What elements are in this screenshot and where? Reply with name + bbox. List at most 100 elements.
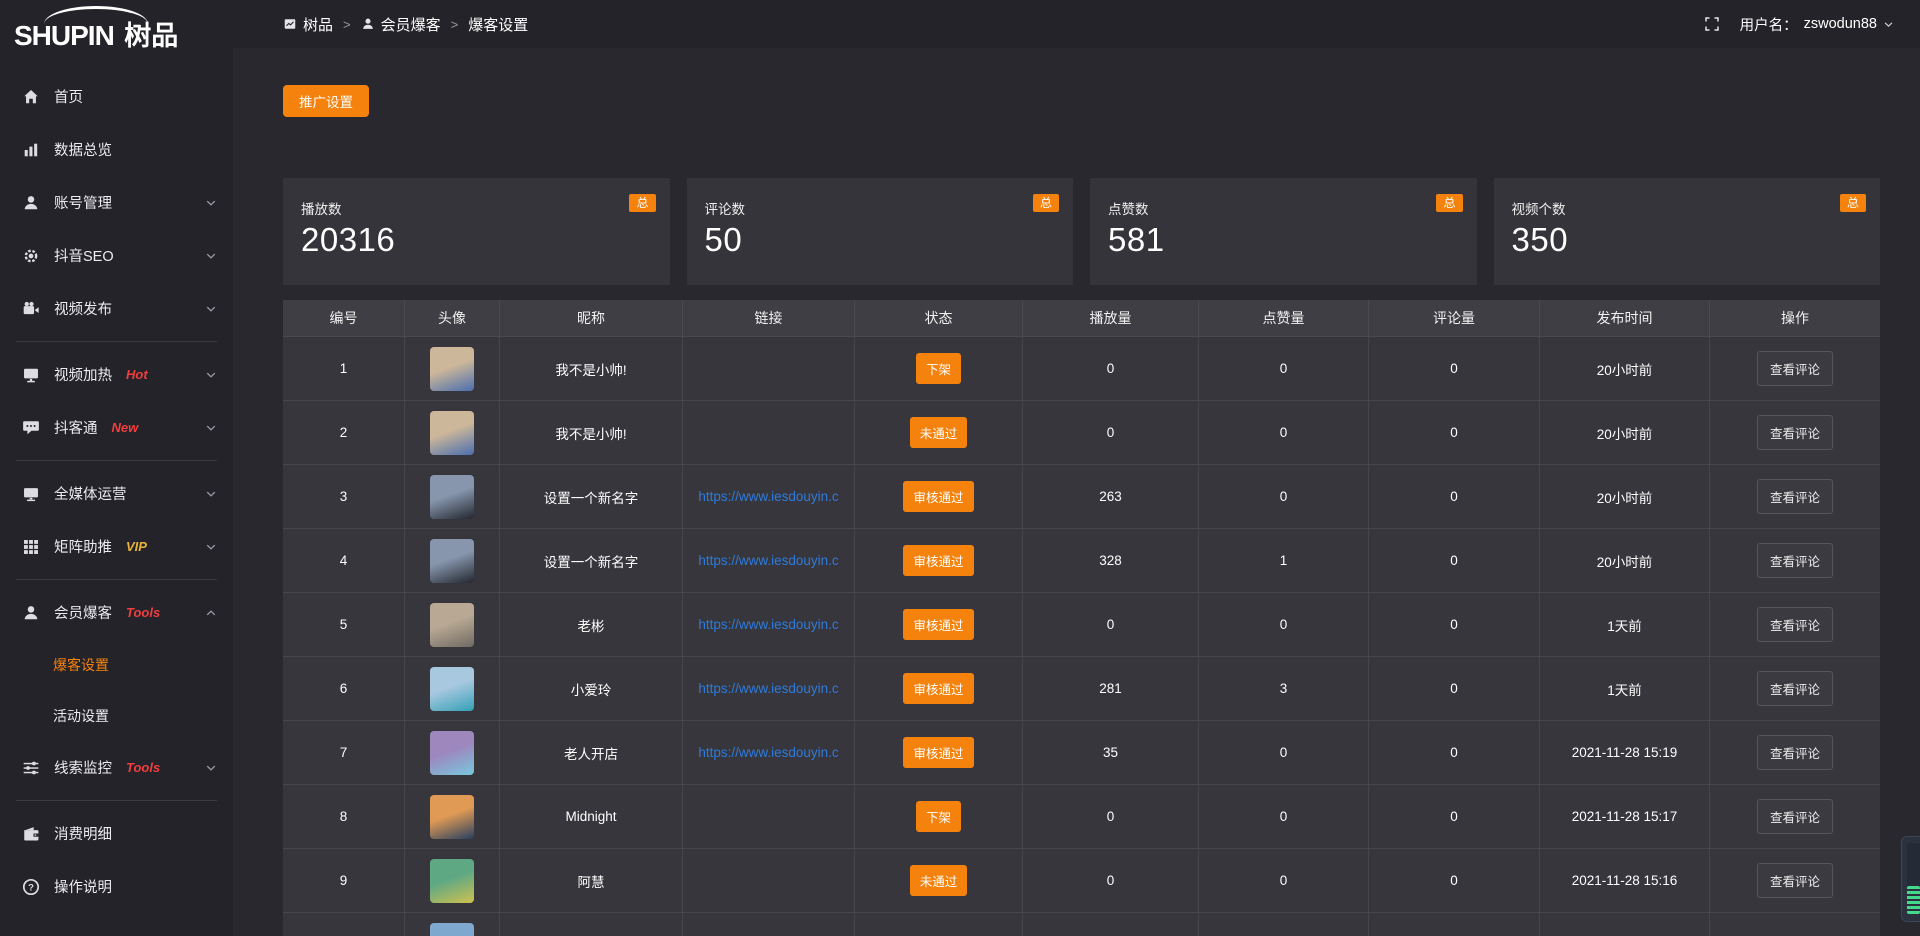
stat-card-label: 播放数 [301, 198, 656, 218]
status-button-审核通过[interactable]: 审核通过 [903, 737, 973, 768]
cell-nickname: 我不是小帅! [500, 401, 683, 465]
view-comments-button[interactable]: 查看评论 [1757, 735, 1833, 770]
table-row: 2我不是小帅!未通过00020小时前查看评论 [283, 401, 1880, 465]
chevron-down-icon [205, 369, 217, 381]
view-comments-button[interactable]: 查看评论 [1757, 799, 1833, 834]
floating-widget[interactable] [1901, 836, 1920, 922]
sidebar-item-视频加热[interactable]: 视频加热Hot [0, 348, 233, 401]
fullscreen-icon[interactable] [1704, 16, 1720, 32]
status-button-审核通过[interactable]: 审核通过 [903, 673, 973, 704]
view-comments-button[interactable]: 查看评论 [1757, 543, 1833, 578]
status-button-审核通过[interactable]: 审核通过 [903, 609, 973, 640]
stat-card-label: 点赞数 [1108, 198, 1463, 218]
cell-id: 3 [283, 465, 405, 529]
sidebar-item-抖客通[interactable]: 抖客通New [0, 401, 233, 454]
cell-id: 5 [283, 593, 405, 657]
status-button-下架[interactable]: 下架 [916, 353, 961, 384]
status-button-下架[interactable]: 下架 [916, 801, 961, 832]
chevron-down-icon [205, 303, 217, 315]
breadcrumb-item-爆客设置[interactable]: 爆客设置 [468, 14, 528, 35]
sidebar-item-首页[interactable]: 首页 [0, 70, 233, 123]
promo-settings-button[interactable]: 推广设置 [283, 85, 369, 117]
cell-time: 20小时前 [1540, 529, 1710, 593]
cell-comments: 0 [1369, 401, 1540, 465]
cell-plays [1023, 913, 1199, 936]
cell-plays: 0 [1023, 849, 1199, 913]
avatar [430, 731, 474, 775]
cell-likes: 0 [1199, 465, 1369, 529]
cell-plays: 35 [1023, 721, 1199, 785]
cell-link[interactable]: https://www.iesdouyin.c [683, 465, 855, 529]
stat-card-视频个数: 视频个数350总 [1494, 178, 1881, 285]
username-label: 用户名： [1740, 14, 1798, 35]
sidebar-item-数据总览[interactable]: 数据总览 [0, 123, 233, 176]
sidebar-item-抖音SEO[interactable]: 抖音SEO [0, 229, 233, 282]
table-body: 1我不是小帅!下架00020小时前查看评论2我不是小帅!未通过00020小时前查… [283, 337, 1880, 936]
sidebar-item-会员爆客[interactable]: 会员爆客Tools [0, 586, 233, 639]
column-header-点赞量: 点赞量 [1199, 300, 1369, 337]
breadcrumb-label: 树品 [303, 14, 333, 35]
cell-avatar [405, 465, 500, 529]
cell-status: 未通过 [855, 849, 1023, 913]
cell-status: 审核通过 [855, 593, 1023, 657]
member-icon [22, 604, 40, 622]
table-row: 6小爱玲https://www.iesdouyin.c审核通过281301天前查… [283, 657, 1880, 721]
view-comments-button[interactable]: 查看评论 [1757, 351, 1833, 386]
status-button-未通过[interactable]: 未通过 [910, 865, 968, 896]
cell-avatar [405, 721, 500, 785]
view-comments-button[interactable]: 查看评论 [1757, 607, 1833, 642]
view-comments-button[interactable]: 查看评论 [1757, 415, 1833, 450]
status-button-审核通过[interactable]: 审核通过 [903, 545, 973, 576]
sidebar-item-消费明细[interactable]: 消费明细 [0, 807, 233, 860]
status-button-审核通过[interactable]: 审核通过 [903, 481, 973, 512]
sidebar-item-label: 抖客通 [54, 417, 98, 438]
sidebar-item-矩阵助推[interactable]: 矩阵助推VIP [0, 520, 233, 573]
cell-link[interactable]: https://www.iesdouyin.c [683, 721, 855, 785]
cell-likes: 0 [1199, 721, 1369, 785]
table-row: 4设置一个新名字https://www.iesdouyin.c审核通过32810… [283, 529, 1880, 593]
sidebar-subitem-爆客设置[interactable]: 爆客设置 [0, 639, 233, 690]
stat-card-total-badge: 总 [1033, 194, 1059, 212]
sidebar-item-账号管理[interactable]: 账号管理 [0, 176, 233, 229]
user-menu[interactable]: 用户名： zswodun88 [1740, 14, 1894, 35]
cell-id [283, 913, 405, 936]
sidebar-item-操作说明[interactable]: ?操作说明 [0, 860, 233, 913]
sidebar-item-label: 视频加热 [54, 364, 112, 385]
cell-likes: 0 [1199, 401, 1369, 465]
sidebar-item-全媒体运营[interactable]: 全媒体运营 [0, 467, 233, 520]
cell-plays: 0 [1023, 785, 1199, 849]
cell-plays: 0 [1023, 337, 1199, 401]
cell-link [683, 913, 855, 936]
sidebar-divider [16, 579, 217, 580]
breadcrumb-item-树品[interactable]: 树品 [283, 14, 333, 35]
logo[interactable]: SHUPIN 树品 [0, 0, 233, 60]
cell-nickname: 老人开店 [500, 721, 683, 785]
cell-plays: 263 [1023, 465, 1199, 529]
cell-link[interactable]: https://www.iesdouyin.c [683, 593, 855, 657]
cell-status: 审核通过 [855, 657, 1023, 721]
cell-comments: 0 [1369, 849, 1540, 913]
stat-card-total-badge: 总 [1840, 194, 1866, 212]
cell-link [683, 337, 855, 401]
username-value: zswodun88 [1804, 16, 1877, 32]
breadcrumb-item-会员爆客[interactable]: 会员爆客 [361, 14, 441, 35]
view-comments-button[interactable]: 查看评论 [1757, 479, 1833, 514]
sidebar-item-label: 会员爆客 [54, 602, 112, 623]
cell-link [683, 849, 855, 913]
sidebar-item-线索监控[interactable]: 线索监控Tools [0, 741, 233, 794]
view-comments-button[interactable]: 查看评论 [1757, 671, 1833, 706]
cell-time [1540, 913, 1710, 936]
sidebar-item-视频发布[interactable]: 视频发布 [0, 282, 233, 335]
floating-widget-slot [1907, 843, 1920, 887]
cell-action [1710, 913, 1880, 936]
column-header-编号: 编号 [283, 300, 405, 337]
avatar [430, 475, 474, 519]
topbar: 树品>会员爆客>爆客设置 用户名：zswodun88 [233, 0, 1920, 48]
cell-status [855, 913, 1023, 936]
status-button-未通过[interactable]: 未通过 [910, 417, 968, 448]
cell-link[interactable]: https://www.iesdouyin.c [683, 529, 855, 593]
stat-card-value: 50 [705, 221, 1060, 259]
view-comments-button[interactable]: 查看评论 [1757, 863, 1833, 898]
sidebar-subitem-活动设置[interactable]: 活动设置 [0, 690, 233, 741]
cell-link[interactable]: https://www.iesdouyin.c [683, 657, 855, 721]
